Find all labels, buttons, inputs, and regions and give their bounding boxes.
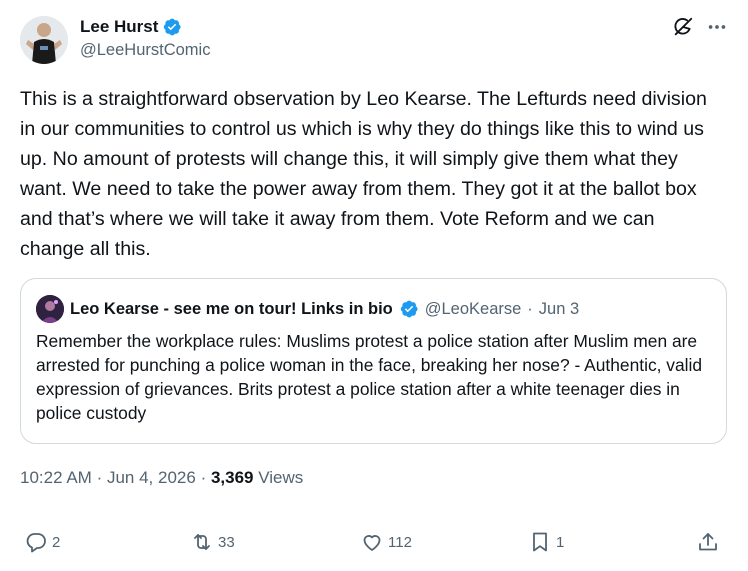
meta-separator: · [96,468,103,487]
reply-count: 2 [52,533,61,551]
bookmark-button[interactable]: 1 [528,523,564,561]
grok-icon[interactable] [672,16,694,38]
repost-button[interactable]: 33 [190,523,235,561]
author-name[interactable]: Lee Hurst [80,16,158,38]
tweet-date[interactable]: Jun 4, 2026 [107,468,196,487]
views-label: Views [258,468,304,487]
reply-button[interactable]: 2 [24,523,60,561]
quoted-tweet-header: Leo Kearse - see me on tour! Links in bi… [36,295,579,323]
repost-count: 33 [218,533,235,551]
quoted-author-handle[interactable]: @LeoKearse [425,300,522,319]
tweet-time[interactable]: 10:22 AM [20,468,92,487]
author-names: Lee Hurst @LeeHurstComic [80,16,210,62]
quoted-author-avatar[interactable] [36,295,64,323]
like-button[interactable]: 112 [360,523,412,561]
bookmark-count: 1 [556,533,565,551]
views-count: 3,369 [210,468,254,487]
share-icon [699,533,717,551]
quoted-author-name[interactable]: Leo Kearse - see me on tour! Links in bi… [70,300,393,319]
author-avatar[interactable] [20,16,68,64]
author-handle[interactable]: @LeeHurstComic [80,38,210,62]
quoted-tweet-text: Remember the workplace rules: Muslims pr… [36,331,703,423]
bookmark-icon [533,532,547,552]
tweet-header: Lee Hurst @LeeHurstComic [20,14,730,66]
repost-icon [194,534,210,550]
verified-badge-icon [162,17,182,37]
verified-badge-icon [399,299,419,319]
heart-icon [363,535,381,551]
more-icon[interactable] [706,16,728,38]
quoted-date[interactable]: Jun 3 [539,300,579,319]
like-count: 112 [388,533,412,551]
author-name-row[interactable]: Lee Hurst [80,16,210,38]
reply-icon [26,533,46,553]
meta-separator: · [200,468,207,487]
action-bar: 2 33 112 1 [20,523,724,561]
share-button[interactable] [696,523,720,561]
quoted-separator: · [527,299,533,318]
quoted-tweet[interactable]: Leo Kearse - see me on tour! Links in bi… [20,278,727,444]
tweet-text: This is a straightforward observation by… [20,88,713,260]
tweet-meta: 10:22 AM · Jun 4, 2026 · 3,369 Views [20,466,303,490]
